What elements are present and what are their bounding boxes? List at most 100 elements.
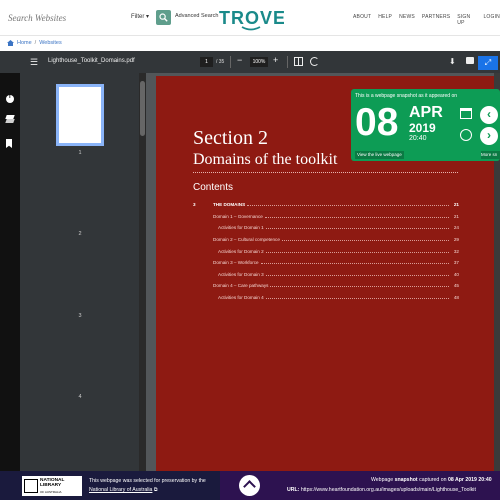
home-icon bbox=[7, 40, 14, 46]
more-snapshots-button[interactable]: More sn bbox=[481, 151, 500, 159]
thumbnail-page-1[interactable] bbox=[56, 84, 104, 146]
toc-leader bbox=[247, 203, 449, 207]
toc-page: 24 bbox=[453, 225, 459, 231]
nav-about[interactable]: ABOUT bbox=[353, 14, 371, 26]
toc-leader bbox=[260, 261, 449, 265]
document-title-heading: Domains of the toolkit bbox=[193, 151, 338, 168]
toc-label: Domain 3 – Workforce bbox=[213, 260, 259, 266]
view-live-webpage-button[interactable]: View the live webpage bbox=[355, 151, 404, 159]
next-snapshot-button[interactable]: › bbox=[480, 127, 498, 145]
breadcrumb-separator: / bbox=[34, 40, 37, 46]
capture-url: URL: https://www.heartfoundation.org.au/… bbox=[287, 487, 476, 493]
toc-leader bbox=[265, 273, 449, 276]
nla-logo-text: NATIONAL LIBRARY bbox=[40, 478, 65, 489]
left-rail bbox=[0, 73, 20, 471]
thumbnail-number: 1 bbox=[78, 150, 82, 156]
toc-page: 48 bbox=[453, 295, 459, 301]
site-header: Filter ▾ Advanced Search TROVE ABOUT HEL… bbox=[0, 0, 500, 36]
toc-number: 3 bbox=[193, 202, 196, 208]
toc-leader bbox=[264, 215, 449, 218]
breadcrumb-websites[interactable]: Websites bbox=[39, 40, 62, 46]
info-icon[interactable] bbox=[6, 94, 14, 103]
nla-logo[interactable]: NATIONAL LIBRARY OF AUSTRALIA bbox=[22, 476, 82, 496]
breadcrumb: Home / Websites bbox=[7, 38, 62, 48]
divider bbox=[193, 172, 458, 173]
download-icon[interactable]: ⬇ bbox=[449, 57, 456, 66]
viewer-toolbar: ☰ Lighthouse_Toolkit_Domains.pdf 1 / 35 … bbox=[0, 51, 500, 73]
page-total: / 35 bbox=[216, 59, 225, 65]
layers-icon[interactable] bbox=[6, 115, 14, 123]
toc-row: Domain 1 – Governance 21 bbox=[193, 211, 459, 223]
bookmark-icon[interactable] bbox=[6, 139, 12, 148]
toc-leader bbox=[265, 226, 449, 230]
thumbnail-number: 2 bbox=[78, 231, 82, 237]
nav-news[interactable]: NEWS bbox=[399, 14, 415, 26]
scroll-up-button[interactable] bbox=[239, 475, 260, 496]
thumbnail-number: 4 bbox=[78, 394, 82, 400]
zoom-in-button[interactable]: + bbox=[273, 55, 278, 65]
previous-snapshot-button[interactable]: ‹ bbox=[480, 106, 498, 124]
print-icon[interactable] bbox=[466, 57, 474, 64]
fit-page-icon[interactable] bbox=[294, 57, 303, 66]
nav-partners[interactable]: PARTNERS bbox=[422, 14, 450, 26]
toc-leader bbox=[265, 296, 449, 300]
menu-icon[interactable]: ☰ bbox=[30, 57, 38, 68]
expand-icon[interactable]: ⤢ bbox=[478, 56, 498, 70]
nav-signup[interactable]: SIGN UP bbox=[457, 14, 476, 26]
thumbnail-scrollbar[interactable] bbox=[139, 73, 146, 471]
zoom-level-input[interactable]: 100% bbox=[250, 57, 268, 67]
nla-crest-icon bbox=[24, 479, 38, 493]
toc-row: Activities for Domain 2 32 bbox=[193, 245, 459, 257]
top-nav: ABOUT HELP NEWS PARTNERS SIGN UP LOGIN bbox=[353, 14, 500, 26]
toc-page: 32 bbox=[453, 248, 459, 254]
table-of-contents: 3 THE DOMAINS 21 Domain 1 – Governance 21 Act… bbox=[193, 199, 459, 303]
preservation-message: This webpage was selected for preservati… bbox=[89, 478, 206, 493]
nla-link[interactable]: National Library of Australia bbox=[89, 487, 152, 493]
toc-leader bbox=[265, 250, 449, 253]
snapshot-month: APR bbox=[409, 104, 443, 121]
toc-row: Domain 3 – Workforce 37 bbox=[193, 257, 459, 269]
search-input[interactable] bbox=[8, 8, 124, 28]
breadcrumb-home[interactable]: Home bbox=[17, 40, 32, 46]
toc-label: Domain 1 – Governance bbox=[213, 213, 263, 219]
scrollbar-thumb[interactable] bbox=[140, 81, 145, 136]
clock-icon[interactable] bbox=[460, 129, 472, 141]
snapshot-year: 2019 bbox=[409, 121, 436, 135]
contents-heading: Contents bbox=[193, 182, 234, 193]
nav-login[interactable]: LOGIN bbox=[483, 14, 500, 26]
toc-page: 21 bbox=[453, 202, 459, 208]
page-number-input[interactable]: 1 bbox=[200, 57, 213, 67]
search-button[interactable] bbox=[156, 10, 171, 25]
toc-row: Activities for Domain 4 48 bbox=[193, 292, 459, 304]
rotate-icon[interactable] bbox=[310, 57, 319, 66]
snapshot-day: 08 bbox=[355, 101, 399, 144]
toc-row: Domain 2 – Cultural competence 29 bbox=[193, 234, 459, 246]
external-link-icon: ⧉ bbox=[153, 487, 158, 493]
snapshot-time: 20:40 bbox=[409, 135, 427, 142]
filter-dropdown[interactable]: Filter ▾ bbox=[131, 13, 149, 20]
snapshot-note: This is a webpage snapshot as it appeare… bbox=[355, 93, 458, 99]
footer-right bbox=[220, 471, 500, 500]
toolbar-divider bbox=[287, 56, 288, 68]
toc-label: Activities for Domain 3 bbox=[218, 271, 264, 277]
toc-page: 37 bbox=[453, 260, 459, 266]
toc-row: Activities for Domain 3 40 bbox=[193, 269, 459, 281]
zoom-out-button[interactable]: − bbox=[237, 55, 242, 65]
nav-help[interactable]: HELP bbox=[378, 14, 392, 26]
svg-text:TROVE: TROVE bbox=[219, 8, 284, 28]
toc-row: Activities for Domain 1 24 bbox=[193, 222, 459, 234]
search-icon bbox=[159, 13, 168, 22]
calendar-icon[interactable] bbox=[460, 108, 472, 119]
toc-leader bbox=[270, 284, 449, 288]
advanced-search-link[interactable]: Advanced Search bbox=[175, 13, 218, 19]
toc-label: Activities for Domain 1 bbox=[218, 225, 264, 231]
toolbar-divider bbox=[230, 56, 231, 68]
toc-label: Domain 4 – Care pathways bbox=[213, 283, 269, 289]
capture-caption: Webpage snapshot captured on 08 Apr 2019… bbox=[371, 477, 492, 483]
section-heading: Section 2 bbox=[193, 127, 268, 149]
document-title: Lighthouse_Toolkit_Domains.pdf bbox=[48, 58, 135, 64]
toc-row: 3 THE DOMAINS 21 bbox=[193, 199, 459, 211]
toc-label: Activities for Domain 2 bbox=[218, 248, 264, 254]
toc-page: 29 bbox=[453, 237, 459, 243]
trove-logo[interactable]: TROVE bbox=[218, 7, 284, 31]
